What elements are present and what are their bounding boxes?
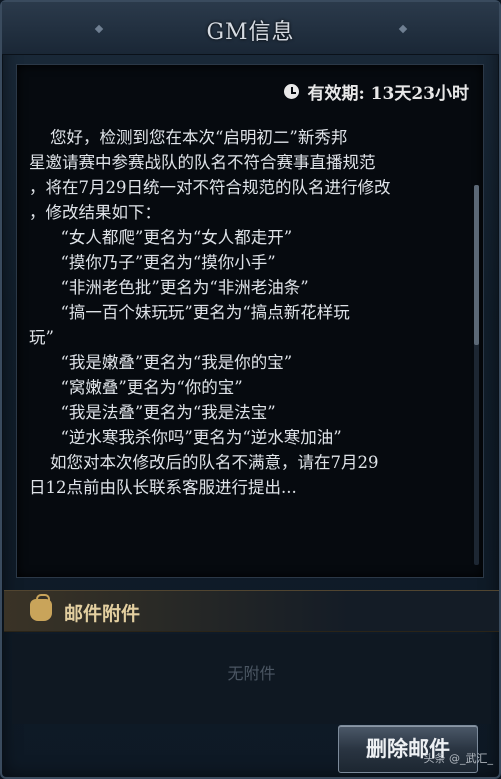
mail-body-line: “女人都爬”更名为“女人都走开” (29, 228, 293, 247)
mail-body-line: “窝嫩叠”更名为“你的宝” (29, 378, 243, 397)
mail-body-line: “搞一百个妹玩玩”更名为“搞点新花样玩 (29, 303, 350, 322)
mail-body-line: 玩” (29, 328, 54, 347)
mail-body-line: ，将在7月29日统一对不符合规范的队名进行修改 (29, 178, 391, 197)
mail-body-line: “逆水寒我杀你吗”更名为“逆水寒加油” (29, 428, 342, 447)
mail-body-line: 您好，检测到您在本次“启明初二”新秀邦 (29, 128, 348, 147)
mail-body-line: 日12点前由队长联系客服进行提出... (29, 478, 297, 497)
mail-body-line: “非洲老色批”更名为“非洲老油条” (29, 278, 309, 297)
mail-body-line: “我是法叠”更名为“我是法宝” (29, 403, 276, 422)
clock-icon (284, 84, 300, 99)
mail-scrollbar[interactable] (474, 185, 479, 565)
validity-text: 有效期: 13天23小时 (307, 84, 469, 104)
validity-indicator: 有效期: 13天23小时 (284, 79, 469, 104)
title-bar: GM信息 (2, 2, 499, 55)
scrollbar-thumb[interactable] (474, 185, 479, 345)
mail-body-line: “摸你乃子”更名为“摸你小手” (29, 253, 276, 272)
mail-body-line: 星邀请赛中参赛战队的队名不符合赛事直播规范 (29, 153, 376, 172)
attachment-header: 邮件附件 (4, 590, 499, 632)
mail-body-line: 如您对本次修改后的队名不满意，请在7月29 (29, 453, 379, 472)
attachment-header-label: 邮件附件 (64, 603, 141, 625)
no-attachment-text: 无附件 (227, 664, 276, 683)
mail-body-line: ，修改结果如下： (29, 203, 161, 222)
window-title: GM信息 (206, 20, 295, 45)
mail-body-line: “我是嫩叠”更名为“我是你的宝” (29, 353, 293, 372)
attachment-area: 无附件 (12, 634, 491, 724)
watermark-text: 头条 @_武汇_ (423, 752, 494, 765)
bag-icon (30, 594, 52, 621)
mail-content-panel[interactable]: 有效期: 13天23小时 您好，检测到您在本次“启明初二”新秀邦星邀请赛中参赛战… (16, 64, 484, 578)
gm-mail-window: GM信息 有效期: 13天23小时 您好，检测到您在本次“启明初二”新秀邦星邀请… (0, 0, 501, 779)
mail-body-text: 您好，检测到您在本次“启明初二”新秀邦星邀请赛中参赛战队的队名不符合赛事直播规范… (29, 125, 469, 565)
